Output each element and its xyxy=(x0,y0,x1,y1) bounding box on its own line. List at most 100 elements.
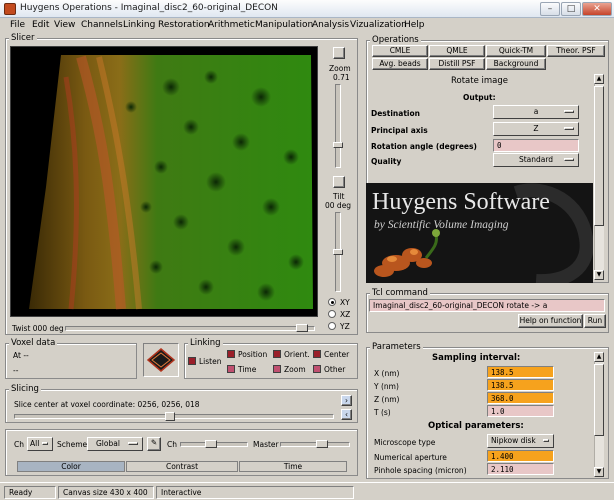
menu-channels[interactable]: Channels xyxy=(81,20,123,30)
help-on-function-button[interactable]: Help on function xyxy=(518,314,583,328)
zoom-slider-thumb[interactable] xyxy=(333,142,343,148)
view-yz-radio[interactable] xyxy=(328,322,336,330)
destination-value: a xyxy=(533,107,539,116)
operations-scroll-up[interactable]: ▲ xyxy=(594,74,604,84)
optical-heading: Optical parameters: xyxy=(428,421,524,431)
parameters-scroll-up[interactable]: ▲ xyxy=(594,352,604,362)
maximize-button[interactable]: □ xyxy=(561,2,581,16)
pinhole-spacing-input[interactable]: 2.110 xyxy=(487,463,554,475)
view-xy-radio[interactable] xyxy=(328,298,336,306)
voxel-data-title: Voxel data xyxy=(9,338,58,348)
menu-restoration[interactable]: Restoration xyxy=(158,20,210,30)
zoom-slider[interactable] xyxy=(335,84,341,168)
zoom-label: Zoom xyxy=(329,64,351,73)
status-canvas-size: Canvas size 430 x 400 xyxy=(58,486,154,499)
menu-help[interactable]: Help xyxy=(404,20,425,30)
link-position-checkbox[interactable] xyxy=(227,350,235,358)
link-zoom-label: Zoom xyxy=(284,365,306,374)
menu-vizualization[interactable]: Vizualization xyxy=(350,20,407,30)
tab-color[interactable]: Color xyxy=(17,461,125,472)
distill-psf-button[interactable]: Distill PSF xyxy=(429,58,485,70)
theor-psf-button[interactable]: Theor. PSF xyxy=(547,45,605,57)
destination-select[interactable]: a xyxy=(493,105,579,119)
operations-title: Operations xyxy=(370,35,421,45)
channel-intensity-thumb[interactable] xyxy=(205,440,217,448)
avg-beads-button[interactable]: Avg. beads xyxy=(372,58,428,70)
link-orient-label: Orient. xyxy=(284,350,310,359)
twist-label: Twist 000 deg xyxy=(12,324,64,333)
title-bar: Huygens Operations - Imaginal_disc2_60-o… xyxy=(0,0,614,18)
huygens-banner: Huygens Software by Scientific Volume Im… xyxy=(366,183,593,283)
tab-contrast[interactable]: Contrast xyxy=(126,461,238,472)
close-button[interactable]: ✕ xyxy=(582,2,612,16)
listen-checkbox[interactable] xyxy=(188,357,196,365)
scheme-select[interactable]: Global xyxy=(87,437,143,451)
master-slider[interactable] xyxy=(280,442,350,447)
link-center-checkbox[interactable] xyxy=(313,350,321,358)
numerical-aperture-input[interactable]: 1.400 xyxy=(487,450,554,462)
tilt-reset-icon[interactable] xyxy=(333,176,345,188)
slice-slider-thumb[interactable] xyxy=(165,412,175,421)
tab-time[interactable]: Time xyxy=(239,461,347,472)
voxel-data-panel xyxy=(5,343,137,379)
tcl-command-input[interactable]: Imaginal_disc2_60-original_DECON rotate … xyxy=(369,299,605,312)
link-zoom-checkbox[interactable] xyxy=(273,365,281,373)
channel-select[interactable]: All xyxy=(27,437,53,451)
y-nm-label: Y (nm) xyxy=(374,382,399,391)
menu-edit[interactable]: Edit xyxy=(32,20,49,30)
banner-subtitle: by Scientific Volume Imaging xyxy=(374,219,509,231)
y-nm-input[interactable]: 138.5 xyxy=(487,379,554,391)
z-nm-input[interactable]: 368.0 xyxy=(487,392,554,404)
scheme-label: Scheme xyxy=(57,440,88,449)
link-orient-checkbox[interactable] xyxy=(273,350,281,358)
linking-title: Linking xyxy=(188,338,223,348)
eyedropper-icon[interactable]: ✎ xyxy=(147,437,161,451)
slice-next-button[interactable]: › xyxy=(341,395,352,406)
x-nm-label: X (nm) xyxy=(374,369,400,378)
operations-scroll-thumb[interactable] xyxy=(594,86,604,226)
menu-view[interactable]: View xyxy=(54,20,75,30)
menu-analysis[interactable]: Analysis xyxy=(312,20,349,30)
master-slider-thumb[interactable] xyxy=(316,440,328,448)
parameters-scroll-down[interactable]: ▼ xyxy=(594,467,604,477)
view-xz-label: XZ xyxy=(340,310,351,319)
t-s-input[interactable]: 1.0 xyxy=(487,405,554,417)
link-other-checkbox[interactable] xyxy=(313,365,321,373)
destination-label: Destination xyxy=(371,109,420,118)
parameters-scroll-thumb[interactable] xyxy=(594,364,604,436)
rotation-angle-input[interactable]: 0 xyxy=(493,139,579,152)
qmle-button[interactable]: QMLE xyxy=(429,45,485,57)
twist-slider[interactable] xyxy=(65,326,315,331)
run-button[interactable]: Run xyxy=(584,314,606,328)
tilt-slider-thumb[interactable] xyxy=(333,249,343,255)
quick-tm-button[interactable]: Quick-TM xyxy=(486,45,546,57)
background-button[interactable]: Background xyxy=(486,58,546,70)
menu-linking[interactable]: Linking xyxy=(123,20,155,30)
view-xz-radio[interactable] xyxy=(328,310,336,318)
x-nm-input[interactable]: 138.5 xyxy=(487,366,554,378)
quality-value: Standard xyxy=(518,155,554,164)
menu-bar: File Edit View Channels Linking Restorat… xyxy=(0,18,614,33)
slicing-title: Slicing xyxy=(9,384,41,394)
menu-manipulation[interactable]: Manipulation xyxy=(255,20,313,30)
operations-scroll-down[interactable]: ▼ xyxy=(594,270,604,280)
rotation-angle-label: Rotation angle (degrees) xyxy=(371,142,477,151)
principal-axis-select[interactable]: Z xyxy=(493,122,579,136)
twist-slider-thumb[interactable] xyxy=(296,324,308,332)
tilt-value: 00 deg xyxy=(325,201,352,210)
microscope-type-select[interactable]: Nipkow disk xyxy=(487,434,554,448)
slice-prev-button[interactable]: ‹ xyxy=(341,409,352,420)
zoom-fit-icon[interactable] xyxy=(333,47,345,59)
cmle-button[interactable]: CMLE xyxy=(372,45,428,57)
image-viewer[interactable] xyxy=(10,46,318,317)
minimize-button[interactable]: – xyxy=(540,2,560,16)
link-time-checkbox[interactable] xyxy=(227,365,235,373)
menu-arithmetic[interactable]: Arithmetic xyxy=(208,20,255,30)
menu-file[interactable]: File xyxy=(10,20,25,30)
scheme-select-value: Global xyxy=(96,439,120,448)
output-label: Output: xyxy=(463,93,496,102)
orientation-cube-icon[interactable] xyxy=(143,343,179,377)
numerical-aperture-label: Numerical aperture xyxy=(374,453,447,462)
window-title: Huygens Operations - Imaginal_disc2_60-o… xyxy=(20,3,278,13)
quality-select[interactable]: Standard xyxy=(493,153,579,167)
